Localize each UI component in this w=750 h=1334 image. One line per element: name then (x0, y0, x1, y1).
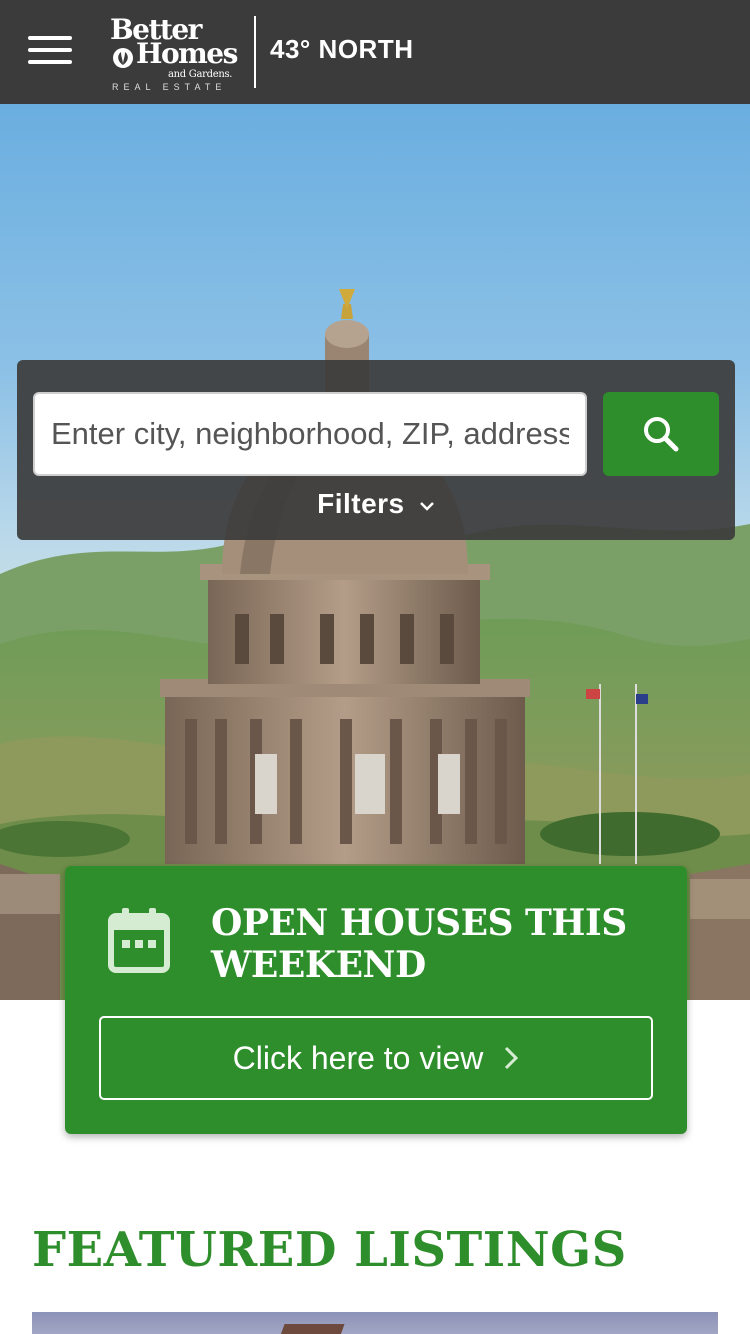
featured-listing-image[interactable] (32, 1312, 718, 1334)
calendar-icon (108, 908, 170, 973)
logo-line-4: REAL ESTATE (112, 82, 227, 92)
featured-listings-heading: FEATURED LISTINGS (32, 1222, 627, 1278)
search-panel: Filters (17, 360, 735, 540)
hamburger-menu-icon[interactable] (28, 36, 72, 68)
logo-line-3: and Gardens. (168, 69, 233, 80)
brand-logo[interactable]: Better Homes and Gardens. REAL ESTATE (108, 14, 248, 93)
site-header: Better Homes and Gardens. REAL ESTATE 43… (0, 0, 750, 104)
logo-divider (254, 16, 256, 88)
chevron-right-icon (505, 1046, 519, 1070)
view-button-label: Click here to view (232, 1039, 484, 1076)
view-open-houses-button[interactable]: Click here to view (99, 1016, 653, 1100)
filters-toggle[interactable]: Filters (17, 488, 735, 520)
search-icon (644, 417, 679, 452)
open-houses-card: OPEN HOUSES THIS WEEKEND Click here to v… (65, 866, 687, 1134)
search-input[interactable] (33, 392, 587, 476)
leaf-icon (113, 48, 133, 68)
brand-office-name: 43° NORTH (270, 34, 414, 64)
search-button[interactable] (603, 392, 719, 476)
logo-line-2: Homes (136, 37, 238, 70)
chevron-down-icon (420, 501, 434, 511)
open-houses-title: OPEN HOUSES THIS WEEKEND (211, 902, 627, 986)
filters-label: Filters (317, 488, 405, 519)
